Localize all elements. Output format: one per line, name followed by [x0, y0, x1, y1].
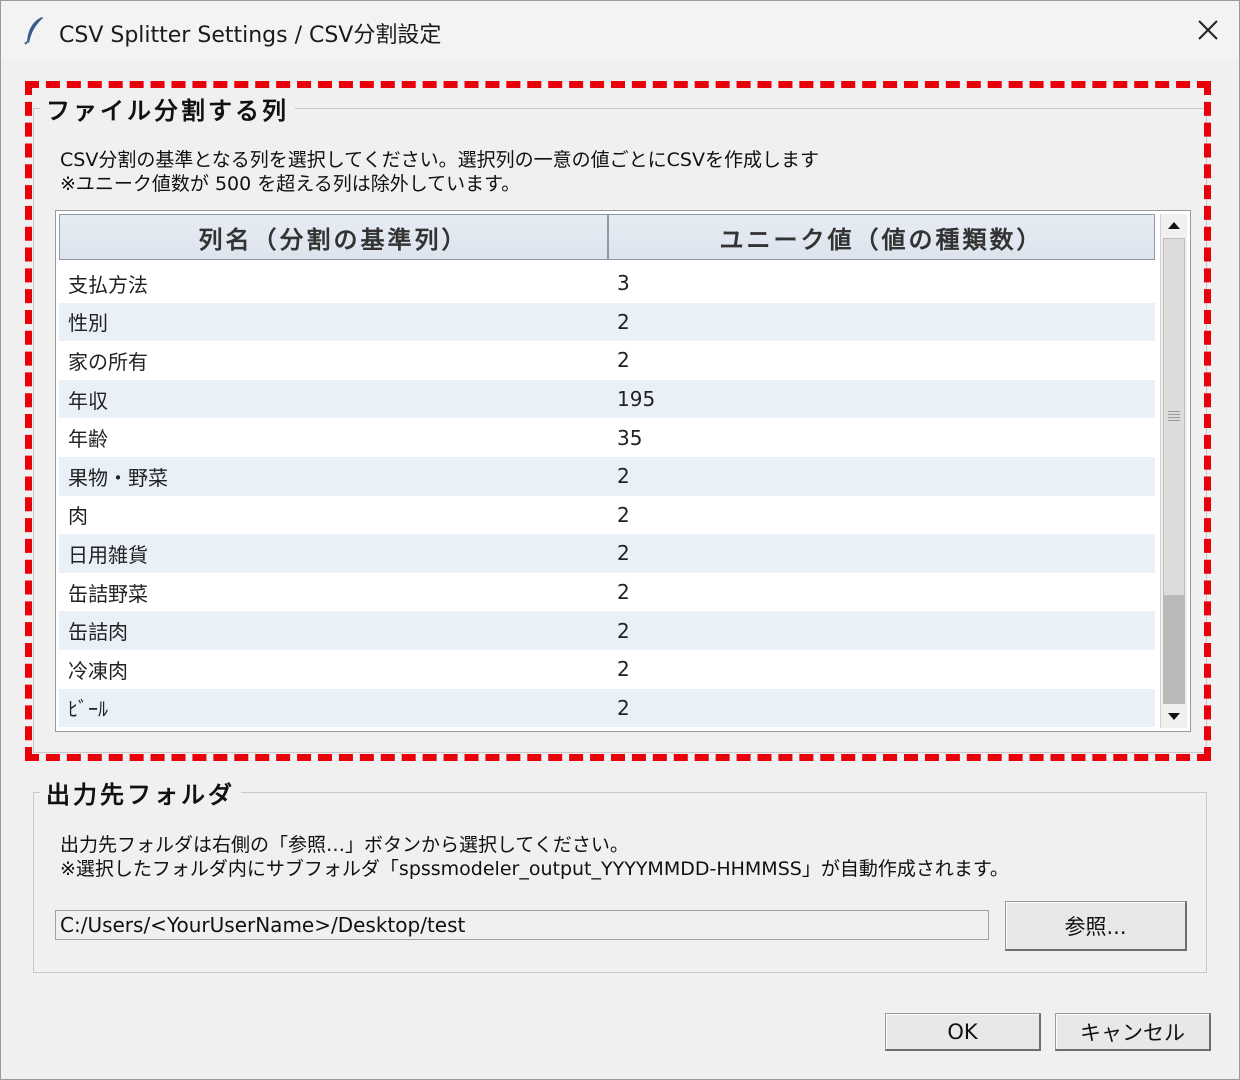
table-header: 列名（分割の基準列） ユニーク値（値の種類数）	[59, 214, 1155, 262]
arrow-up-icon	[1168, 222, 1180, 229]
cell-column-name: ﾋﾞｰﾙ	[68, 697, 108, 722]
table-row[interactable]: 果物・野菜 2	[59, 456, 1155, 496]
cell-column-name: 缶詰肉	[68, 620, 128, 645]
table-row[interactable]: 支払方法 3	[59, 264, 1155, 303]
output-description-line2: ※選択したフォルダ内にサブフォルダ「spssmodeler_output_YYY…	[60, 858, 1009, 880]
table-row[interactable]: 缶詰肉 2	[59, 611, 1155, 650]
close-button[interactable]	[1185, 9, 1231, 51]
cell-column-name: 支払方法	[68, 272, 148, 297]
table-row[interactable]: 冷凍肉 2	[59, 649, 1155, 689]
cell-unique-count: 3	[617, 271, 630, 296]
cell-column-name: 家の所有	[68, 349, 148, 374]
ok-button[interactable]: OK	[885, 1013, 1041, 1051]
cell-unique-count: 2	[617, 309, 630, 334]
arrow-down-icon	[1168, 713, 1180, 720]
dialog-window: CSV Splitter Settings / CSV分割設定 ファイル分割する…	[0, 0, 1240, 1080]
vertical-scrollbar[interactable]	[1160, 214, 1187, 728]
cell-column-name: 年齢	[68, 427, 108, 452]
scroll-down-button[interactable]	[1161, 706, 1187, 728]
table-row[interactable]: 肉2	[59, 495, 1155, 535]
scroll-up-button[interactable]	[1161, 214, 1187, 236]
cell-unique-count: 2	[617, 580, 630, 605]
cell-unique-count: 2	[617, 657, 630, 682]
browse-button[interactable]: 参照...	[1005, 901, 1187, 951]
scroll-track[interactable]	[1163, 596, 1185, 704]
cell-unique-count: 2	[617, 618, 630, 643]
cell-unique-count: 195	[617, 387, 656, 412]
split-column-legend: ファイル分割する列	[46, 97, 289, 125]
column-table: 列名（分割の基準列） ユニーク値（値の種類数） 支払方法 3 性別 2 家の所有 2 年収 1…	[55, 210, 1191, 732]
cell-column-name: 性別	[68, 311, 108, 336]
cell-unique-count: 2	[617, 464, 630, 489]
cell-column-name: 肉	[68, 504, 88, 529]
output-folder-legend: 出力先フォルダ	[46, 781, 235, 809]
table-row[interactable]: 年収 195	[59, 379, 1155, 419]
cell-unique-count: 2	[617, 502, 630, 527]
table-row[interactable]: 家の所有 2	[59, 341, 1155, 380]
split-description-line2: ※ユニーク値数が 500 を超える列は除外しています。	[60, 173, 521, 195]
table-row[interactable]: ﾋﾞｰﾙ 2	[59, 688, 1155, 728]
cell-column-name: 缶詰野菜	[68, 581, 148, 606]
window-title: CSV Splitter Settings / CSV分割設定	[59, 23, 442, 48]
scroll-grip	[1168, 411, 1180, 423]
title-bar: CSV Splitter Settings / CSV分割設定	[1, 1, 1239, 61]
column-header-unique[interactable]: ユニーク値（値の種類数）	[608, 214, 1155, 260]
output-path-field[interactable]	[55, 910, 989, 940]
column-header-name[interactable]: 列名（分割の基準列）	[59, 214, 608, 260]
cancel-button[interactable]: キャンセル	[1055, 1013, 1211, 1051]
output-description-line1: 出力先フォルダは右側の「参照…」ボタンから選択してください。	[60, 834, 629, 856]
cell-column-name: 年収	[68, 388, 108, 413]
table-body: 支払方法 3 性別 2 家の所有 2 年収 195 年齢 35 果物・野菜 2 肉 2 日用雑貨 2 缶詰野菜 2…	[59, 264, 1155, 728]
scroll-thumb[interactable]	[1163, 238, 1185, 596]
table-row[interactable]: 年齢 35	[59, 418, 1155, 457]
split-description-line1: CSV分割の基準となる列を選択してください。選択列の一意の値ごとにCSVを作成し…	[60, 149, 819, 171]
feather-icon	[24, 17, 43, 45]
cell-column-name: 日用雑貨	[68, 542, 148, 567]
cell-unique-count: 2	[617, 541, 630, 566]
cell-unique-count: 35	[617, 425, 643, 450]
table-row[interactable]: 缶詰野菜 2	[59, 572, 1155, 612]
cell-column-name: 果物・野菜	[68, 465, 168, 490]
table-row[interactable]: 性別 2	[59, 302, 1155, 342]
table-row[interactable]: 日用雑貨 2	[59, 534, 1155, 573]
close-icon	[1198, 20, 1218, 40]
cell-unique-count: 2	[617, 348, 630, 373]
cell-column-name: 冷凍肉	[68, 658, 128, 683]
cell-unique-count: 2	[617, 695, 630, 720]
